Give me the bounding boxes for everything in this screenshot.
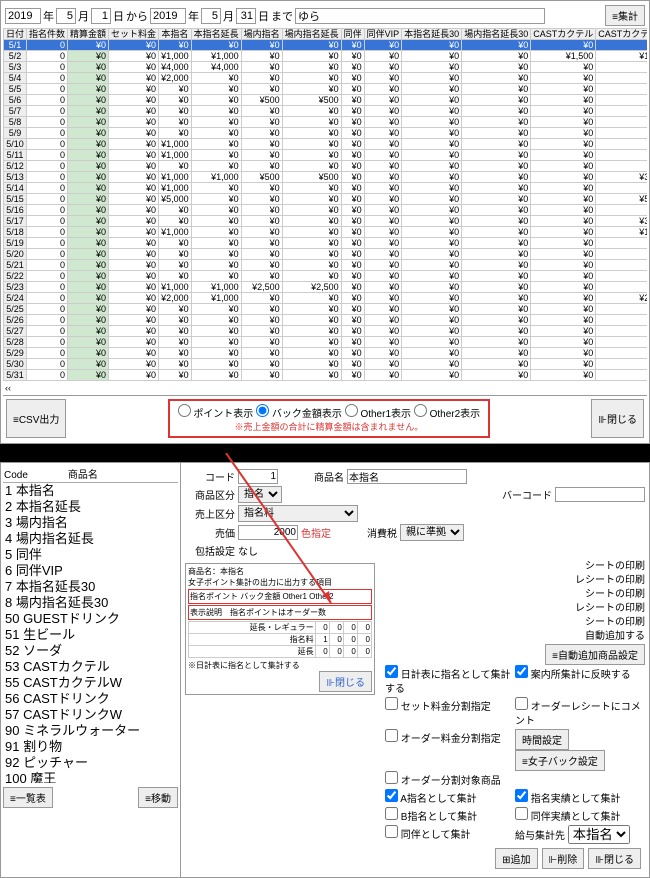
checkbox-panel: シートの印刷 レシートの印刷 シートの印刷 レシートの印刷 シートの印刷 自動追… (385, 560, 645, 844)
list-item[interactable]: 51 生ビール (3, 627, 178, 643)
table-row[interactable]: 5/200¥0¥0¥0¥0¥0¥0¥0¥0¥0¥0¥0¥0¥0 (4, 249, 648, 260)
table-row[interactable]: 5/50¥0¥0¥0¥0¥0¥0¥0¥0¥0¥0¥0¥0¥0 (4, 84, 648, 95)
price-input[interactable] (238, 525, 298, 540)
table-row[interactable]: 5/60¥0¥0¥0¥0¥500¥500¥0¥0¥0¥0¥0¥0¥0 (4, 95, 648, 106)
time-setting-button[interactable]: 時間設定 (515, 729, 569, 750)
list-item[interactable]: 92 ピッチャー (3, 755, 178, 771)
list-item[interactable]: 2 本指名延長 (3, 499, 178, 515)
auto-add-button[interactable]: ≡自動追加商品設定 (545, 644, 645, 665)
table-row[interactable]: 5/230¥0¥0¥1,000¥1,000¥2,500¥2,500¥0¥0¥0¥… (4, 282, 648, 293)
product-kubun-select[interactable]: 指名 (238, 486, 282, 503)
list-item[interactable]: 8 場内指名延長30 (3, 595, 178, 611)
staff-name-input[interactable] (295, 8, 545, 24)
table-row[interactable]: 5/280¥0¥0¥0¥0¥0¥0¥0¥0¥0¥0¥0¥0¥0 (4, 337, 648, 348)
sub-row: 指名料1000 (189, 634, 372, 646)
table-row[interactable]: 5/300¥0¥0¥0¥0¥0¥0¥0¥0¥0¥0¥0¥0¥0 (4, 359, 648, 370)
barcode-input[interactable] (555, 487, 645, 502)
table-row[interactable]: 5/240¥0¥0¥2,000¥1,000¥0¥0¥0¥0¥0¥0¥0¥2,55… (4, 293, 648, 304)
list-item[interactable]: 57 CASTドリンクW (3, 707, 178, 723)
table-row[interactable]: 5/190¥0¥0¥0¥0¥0¥0¥0¥0¥0¥0¥0¥0¥0 (4, 238, 648, 249)
table-row[interactable]: 5/80¥0¥0¥0¥0¥0¥0¥0¥0¥0¥0¥0¥0¥0 (4, 117, 648, 128)
item-list[interactable]: 1 本指名2 本指名延長3 場内指名4 場内指名延長5 同伴6 同伴VIP7 本… (3, 483, 178, 783)
table-row[interactable]: 5/70¥0¥0¥0¥0¥0¥0¥0¥0¥0¥0¥0¥0¥0 (4, 106, 648, 117)
sub-row: 延長0000 (189, 646, 372, 658)
table-row[interactable]: 5/140¥0¥0¥1,000¥0¥0¥0¥0¥0¥0¥0¥0¥750¥0 (4, 183, 648, 194)
table-row[interactable]: 5/180¥0¥0¥1,000¥0¥0¥0¥0¥0¥0¥0¥0¥1,200¥0 (4, 227, 648, 238)
close-button-top[interactable]: ⊪閉じる (591, 399, 644, 438)
sub-columns-row: 指名ポイント バック金額 Other1 Other2 (188, 589, 372, 604)
aggregate-button[interactable]: ≡集計 (605, 5, 645, 26)
code-input[interactable] (238, 469, 278, 484)
add-button[interactable]: ⊞追加 (495, 848, 537, 869)
sub-desc-row: 表示説明 指名ポイントはオーダー数 (188, 605, 372, 620)
display-mode-radios: ポイント表示 バック金額表示 Other1表示 Other2表示 ※売上金額の合… (168, 399, 491, 438)
table-row[interactable]: 5/10¥0¥0¥0¥0¥0¥0¥0¥0¥0¥0¥0¥0¥0 (4, 40, 648, 51)
salary-target-select[interactable]: 本指名 (568, 825, 630, 844)
list-item[interactable]: 6 同伴VIP (3, 563, 178, 579)
list-item[interactable]: 5 同伴 (3, 547, 178, 563)
year-from[interactable] (5, 8, 41, 24)
sub-row: 延長・レギュラー0000 (189, 622, 372, 634)
item-list-header: Code 商品名 (3, 465, 178, 483)
list-item[interactable]: 3 場内指名 (3, 515, 178, 531)
table-row[interactable]: 5/40¥0¥0¥2,000¥0¥0¥0¥0¥0¥0¥0¥0¥0¥0 (4, 73, 648, 84)
table-row[interactable]: 5/250¥0¥0¥0¥0¥0¥0¥0¥0¥0¥0¥0¥0¥0 (4, 304, 648, 315)
month-to[interactable] (201, 8, 221, 24)
list-view-button[interactable]: ≡一覧表 (3, 787, 53, 808)
list-item[interactable]: 4 場内指名延長 (3, 531, 178, 547)
year-to[interactable] (150, 8, 186, 24)
delete-button[interactable]: ⊩削除 (542, 848, 585, 869)
table-row[interactable]: 5/160¥0¥0¥0¥0¥0¥0¥0¥0¥0¥0¥0¥0¥0 (4, 205, 648, 216)
list-item[interactable]: 56 CASTドリンク (3, 691, 178, 707)
back-setting-button[interactable]: ≡女子バック設定 (515, 750, 605, 771)
table-row[interactable]: 5/220¥0¥0¥0¥0¥0¥0¥0¥0¥0¥0¥0¥0¥0 (4, 271, 648, 282)
list-item[interactable]: 90 ミネラルウォーター (3, 723, 178, 739)
table-row[interactable]: 5/120¥0¥0¥0¥0¥0¥0¥0¥0¥0¥0¥0¥0¥0 (4, 161, 648, 172)
list-item[interactable]: 53 CASTカクテル (3, 659, 178, 675)
table-row[interactable]: 5/260¥0¥0¥0¥0¥0¥0¥0¥0¥0¥0¥0¥0¥0 (4, 315, 648, 326)
table-row[interactable]: 5/310¥0¥0¥0¥0¥0¥0¥0¥0¥0¥0¥0¥0¥0 (4, 370, 648, 381)
sub-dialog: 商品名：本指名 女子ポイント集計の出力に出力する項目 指名ポイント バック金額 … (185, 563, 375, 695)
list-item[interactable]: 55 CASTカクテルW (3, 675, 178, 691)
table-row[interactable]: 5/90¥0¥0¥0¥0¥0¥0¥0¥0¥0¥0¥0¥0¥0 (4, 128, 648, 139)
table-row[interactable]: 5/100¥0¥0¥1,000¥0¥0¥0¥0¥0¥0¥0¥0¥300¥0 (4, 139, 648, 150)
date-range-bar: 年 月 日 から 年 月 日 まで ≡集計 (3, 3, 647, 28)
list-item[interactable]: 7 本指名延長30 (3, 579, 178, 595)
table-row[interactable]: 5/290¥0¥0¥0¥0¥0¥0¥0¥0¥0¥0¥0¥0¥0 (4, 348, 648, 359)
sub-close-button[interactable]: ⊪閉じる (319, 671, 372, 692)
list-item[interactable]: 50 GUESTドリンク (3, 611, 178, 627)
table-row[interactable]: 5/20¥0¥0¥1,000¥1,000¥0¥0¥0¥0¥0¥0¥1,500¥1… (4, 51, 648, 62)
list-item[interactable]: 91 割り物 (3, 739, 178, 755)
tax-select[interactable]: 親に準拠 (400, 524, 464, 541)
table-row[interactable]: 5/110¥0¥0¥1,000¥0¥0¥0¥0¥0¥0¥0¥0¥625¥0 (4, 150, 648, 161)
table-row[interactable]: 5/150¥0¥0¥5,000¥0¥0¥0¥0¥0¥0¥0¥0¥5,400¥0 (4, 194, 648, 205)
list-item[interactable]: 100 魔王 (3, 771, 178, 783)
table-row[interactable]: 5/30¥0¥0¥4,000¥4,000¥0¥0¥0¥0¥0¥0¥0¥900¥0 (4, 62, 648, 73)
csv-export-button[interactable]: ≡CSV出力 (6, 399, 66, 438)
color-link[interactable]: 色指定 (301, 525, 331, 540)
sales-kubun-select[interactable]: 指名料 (238, 505, 358, 522)
table-row[interactable]: 5/170¥0¥0¥0¥0¥0¥0¥0¥0¥0¥0¥0¥3,500¥0 (4, 216, 648, 227)
day-to[interactable] (236, 8, 256, 24)
month-from[interactable] (56, 8, 76, 24)
points-table: 日付指名件数精算金額セット料金本指名本指名延長場内指名場内指名延長同伴同伴VIP… (3, 28, 647, 381)
list-item[interactable]: 52 ソーダ (3, 643, 178, 659)
product-name-input[interactable] (347, 469, 467, 484)
day-from[interactable] (91, 8, 111, 24)
table-row[interactable]: 5/130¥0¥0¥1,000¥1,000¥500¥500¥0¥0¥0¥0¥0¥… (4, 172, 648, 183)
list-item[interactable]: 1 本指名 (3, 483, 178, 499)
table-row[interactable]: 5/270¥0¥0¥0¥0¥0¥0¥0¥0¥0¥0¥0¥0¥0 (4, 326, 648, 337)
close-button-bottom[interactable]: ⊪閉じる (588, 848, 641, 869)
move-button[interactable]: ≡移動 (138, 787, 178, 808)
table-row[interactable]: 5/210¥0¥0¥0¥0¥0¥0¥0¥0¥0¥0¥0¥0¥0 (4, 260, 648, 271)
